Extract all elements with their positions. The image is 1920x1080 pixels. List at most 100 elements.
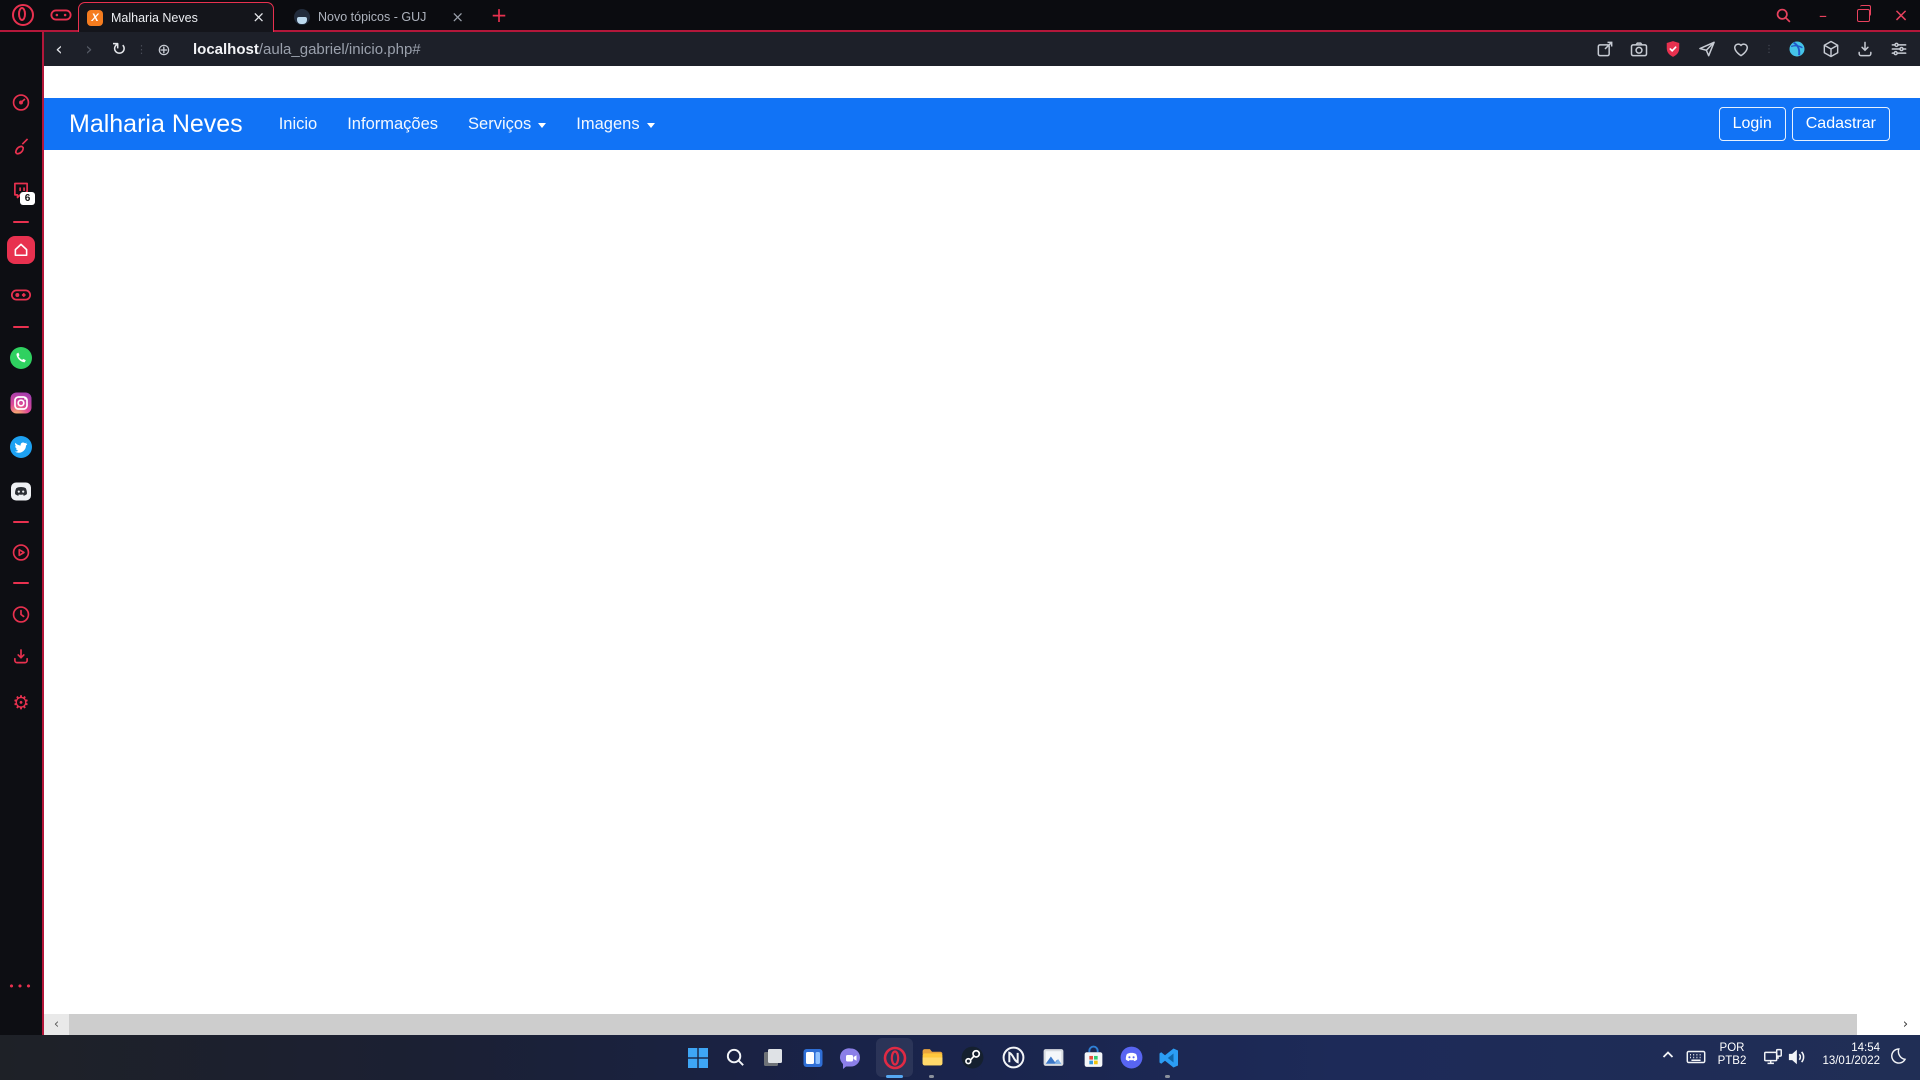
history-clock-icon[interactable] (11, 604, 32, 625)
my-flow-paper-plane-icon[interactable] (1696, 38, 1718, 60)
opera-active-indicator (886, 1075, 903, 1078)
cube-icon[interactable] (1820, 38, 1842, 60)
back-button[interactable]: ‹ (44, 39, 74, 60)
nav-dropdown-imagens[interactable]: Imagens (576, 115, 654, 134)
start-button[interactable] (684, 1044, 711, 1071)
toolbar-separator: ⋮ (136, 43, 147, 56)
explorer-running-dot (929, 1075, 934, 1078)
close-tab-icon[interactable]: × (252, 10, 265, 25)
clock-date[interactable]: 14:54 13/01/2022 (1800, 1042, 1880, 1068)
pin-page-icon[interactable] (1594, 38, 1616, 60)
nav-link-label: Informações (347, 115, 438, 134)
steam-icon[interactable] (959, 1044, 986, 1071)
downloads-sidebar-icon[interactable] (11, 646, 32, 667)
instagram-icon[interactable] (9, 391, 33, 415)
horizontal-scrollbar[interactable]: ‹ › (44, 1014, 1920, 1035)
reload-button[interactable]: ↻ (104, 39, 134, 60)
easy-setup-sliders-icon[interactable] (1888, 38, 1910, 60)
photos-app-icon[interactable] (1040, 1044, 1067, 1071)
gx-cleaner-broom-icon[interactable] (11, 135, 32, 156)
opera-menu-icon[interactable] (12, 4, 34, 26)
gx-sidebar: 6 ⚙ ••• (0, 30, 42, 1035)
nav-dropdown-servicos[interactable]: Serviços (468, 115, 546, 134)
discord-taskbar-icon[interactable] (1118, 1044, 1145, 1071)
guj-favicon (294, 9, 310, 25)
tray-chevron-up-icon[interactable] (1658, 1048, 1678, 1062)
widgets-icon[interactable] (799, 1044, 826, 1071)
login-button[interactable]: Login (1719, 107, 1786, 141)
file-explorer-icon[interactable] (919, 1044, 946, 1071)
language-indicator[interactable]: POR PTB2 (1708, 1042, 1756, 1068)
browser-window: X Malharia Neves × Novo tópicos - GUJ × … (0, 0, 1920, 1035)
nav-link-inicio[interactable]: Inicio (279, 115, 318, 134)
xampp-favicon: X (87, 10, 103, 26)
site-globe-icon[interactable]: ⊕ (149, 40, 179, 59)
toolbar-actions: ⋮ (1594, 32, 1910, 66)
snapshot-camera-icon[interactable] (1628, 38, 1650, 60)
address-bar[interactable]: localhost/aula_gabriel/inicio.php# (193, 41, 421, 58)
forward-button[interactable]: › (74, 39, 104, 60)
url-host: localhost (193, 41, 259, 58)
whatsapp-icon[interactable] (9, 346, 33, 370)
sidebar-divider (13, 326, 29, 328)
microsoft-store-icon[interactable] (1080, 1044, 1107, 1071)
teams-chat-icon[interactable] (837, 1044, 864, 1071)
site-brand[interactable]: Malharia Neves (69, 110, 243, 139)
windows-taskbar: POR PTB2 14:54 13/01/2022 (0, 1035, 1920, 1080)
chevron-down-icon (538, 123, 546, 128)
taskbar-search-icon[interactable] (722, 1044, 749, 1071)
discord-sidebar-icon[interactable] (9, 480, 33, 504)
downloads-icon[interactable] (1854, 38, 1876, 60)
sidebar-divider (13, 521, 29, 523)
blue-sphere-extension-icon[interactable] (1786, 38, 1808, 60)
browser-tab-inactive[interactable]: Novo tópicos - GUJ × (286, 2, 472, 32)
nav-link-label: Serviços (468, 115, 531, 134)
language-line1: POR (1720, 1042, 1745, 1055)
nav-link-informacoes[interactable]: Informações (347, 115, 438, 134)
search-tabs-icon[interactable] (1766, 0, 1800, 30)
nav-link-label: Inicio (279, 115, 318, 134)
network-icon[interactable] (1760, 1046, 1786, 1068)
tray-time: 14:54 (1851, 1042, 1880, 1055)
opera-gx-taskbar-icon[interactable] (881, 1044, 908, 1071)
close-tab-icon[interactable]: × (451, 10, 464, 25)
focus-assist-moon-icon[interactable] (1886, 1046, 1910, 1066)
web-page: Malharia Neves Inicio Informações Serviç… (44, 66, 1920, 1035)
nav-link-label: Imagens (576, 115, 639, 134)
scroll-left-button[interactable]: ‹ (44, 1014, 69, 1035)
vscode-running-dot (1165, 1075, 1170, 1078)
gx-control-gauge-icon[interactable] (11, 92, 32, 113)
new-tab-button[interactable]: + (486, 2, 512, 28)
nav-links: Inicio Informações Serviços Imagens (279, 115, 655, 134)
site-navbar: Malharia Neves Inicio Informações Serviç… (44, 98, 1920, 150)
gx-corner-gamepad-icon[interactable] (10, 285, 32, 305)
settings-gear-icon[interactable]: ⚙ (12, 692, 29, 714)
cadastrar-button[interactable]: Cadastrar (1792, 107, 1890, 141)
sidebar-divider (13, 582, 29, 584)
twitch-badge: 6 (20, 192, 35, 205)
minimize-window-button[interactable]: – (1806, 0, 1840, 30)
scroll-right-button[interactable]: › (1893, 1014, 1918, 1035)
n-logo-app-icon[interactable] (1000, 1044, 1027, 1071)
adblock-shield-icon[interactable] (1662, 38, 1684, 60)
restore-window-button[interactable] (1846, 0, 1880, 30)
sidebar-divider (13, 221, 29, 223)
sidebar-overflow-icon[interactable]: ••• (8, 980, 33, 993)
toolbar-separator: ⋮ (1764, 44, 1774, 55)
browser-tab-active[interactable]: X Malharia Neves × (78, 2, 274, 32)
address-toolbar: ‹ › ↻ ⋮ ⊕ localhost/aula_gabriel/inicio.… (44, 32, 1920, 66)
scrollbar-thumb[interactable] (69, 1014, 1857, 1035)
close-window-button[interactable]: × (1884, 0, 1918, 30)
twitter-icon[interactable] (9, 435, 33, 459)
tab-title: Malharia Neves (111, 11, 246, 25)
tray-date: 13/01/2022 (1822, 1055, 1880, 1068)
url-path: /aula_gabriel/inicio.php# (259, 41, 421, 58)
vscode-icon[interactable] (1155, 1044, 1182, 1071)
player-icon[interactable] (11, 542, 32, 563)
tab-strip: X Malharia Neves × Novo tópicos - GUJ × … (0, 0, 1920, 30)
bookmark-heart-icon[interactable] (1730, 38, 1752, 60)
task-view-icon[interactable] (759, 1044, 786, 1071)
touch-keyboard-icon[interactable] (1683, 1046, 1709, 1068)
speed-dial-home-button[interactable] (7, 236, 35, 264)
gx-gamepad-icon[interactable] (50, 6, 72, 29)
